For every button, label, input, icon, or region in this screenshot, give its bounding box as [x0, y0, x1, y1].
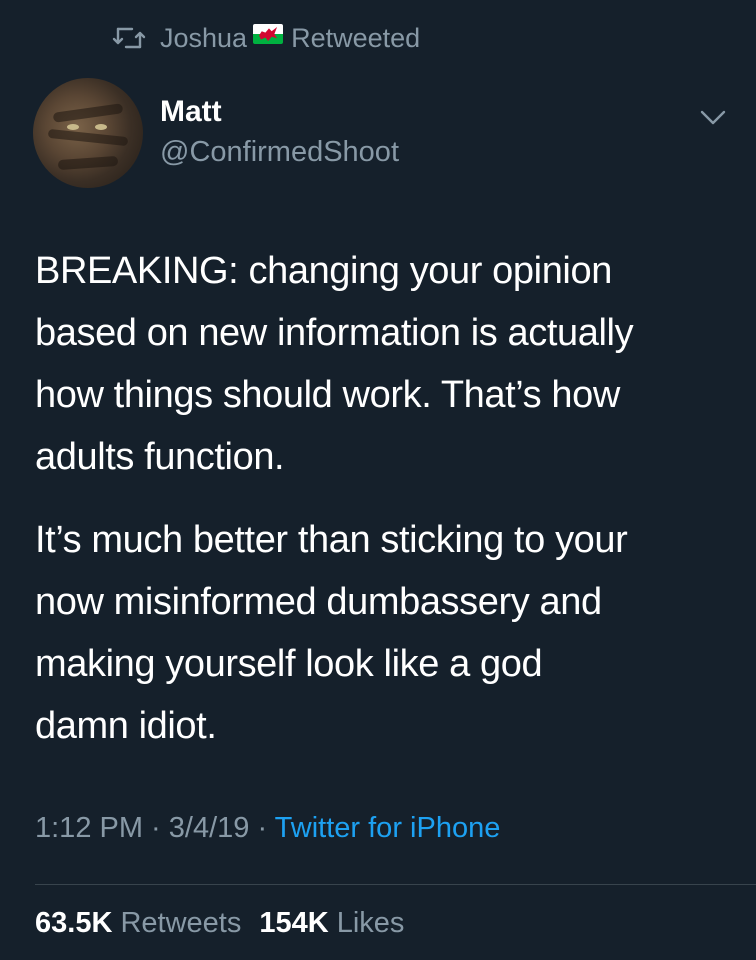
- avatar[interactable]: [33, 78, 143, 188]
- tweet-time: 1:12 PM: [35, 812, 143, 844]
- meta-separator: ·: [249, 812, 275, 844]
- likes-count: 154K: [259, 907, 329, 939]
- retweets-label: Retweets: [120, 907, 242, 939]
- retweet-context[interactable]: Joshua Retweeted: [112, 20, 420, 56]
- retweets-stat[interactable]: 63.5K Retweets: [35, 907, 241, 939]
- likes-label: Likes: [336, 907, 405, 939]
- author-display-name[interactable]: Matt: [160, 95, 222, 129]
- tweet-text: BREAKING: changing your opinion based on…: [35, 240, 735, 778]
- divider: [35, 884, 756, 885]
- retweet-icon: [112, 25, 146, 51]
- retweeter-name[interactable]: Joshua: [160, 23, 247, 54]
- meta-separator: ·: [143, 812, 169, 844]
- tweet-paragraph: BREAKING: changing your opinion based on…: [35, 250, 634, 478]
- author-handle[interactable]: @ConfirmedShoot: [160, 136, 399, 169]
- chevron-down-icon[interactable]: [698, 106, 728, 130]
- tweet-meta: 1:12 PM · 3/4/19 · Twitter for iPhone: [35, 812, 500, 845]
- retweets-count: 63.5K: [35, 907, 113, 939]
- wales-flag-icon: [253, 24, 284, 44]
- tweet-paragraph: It’s much better than sticking to your n…: [35, 519, 628, 747]
- tweet-stats: 63.5K Retweets 154K Likes: [35, 907, 404, 940]
- likes-stat[interactable]: 154K Likes: [259, 907, 404, 939]
- tweet-source-link[interactable]: Twitter for iPhone: [275, 812, 501, 844]
- retweeted-label: Retweeted: [291, 22, 421, 53]
- tweet-date: 3/4/19: [168, 812, 250, 844]
